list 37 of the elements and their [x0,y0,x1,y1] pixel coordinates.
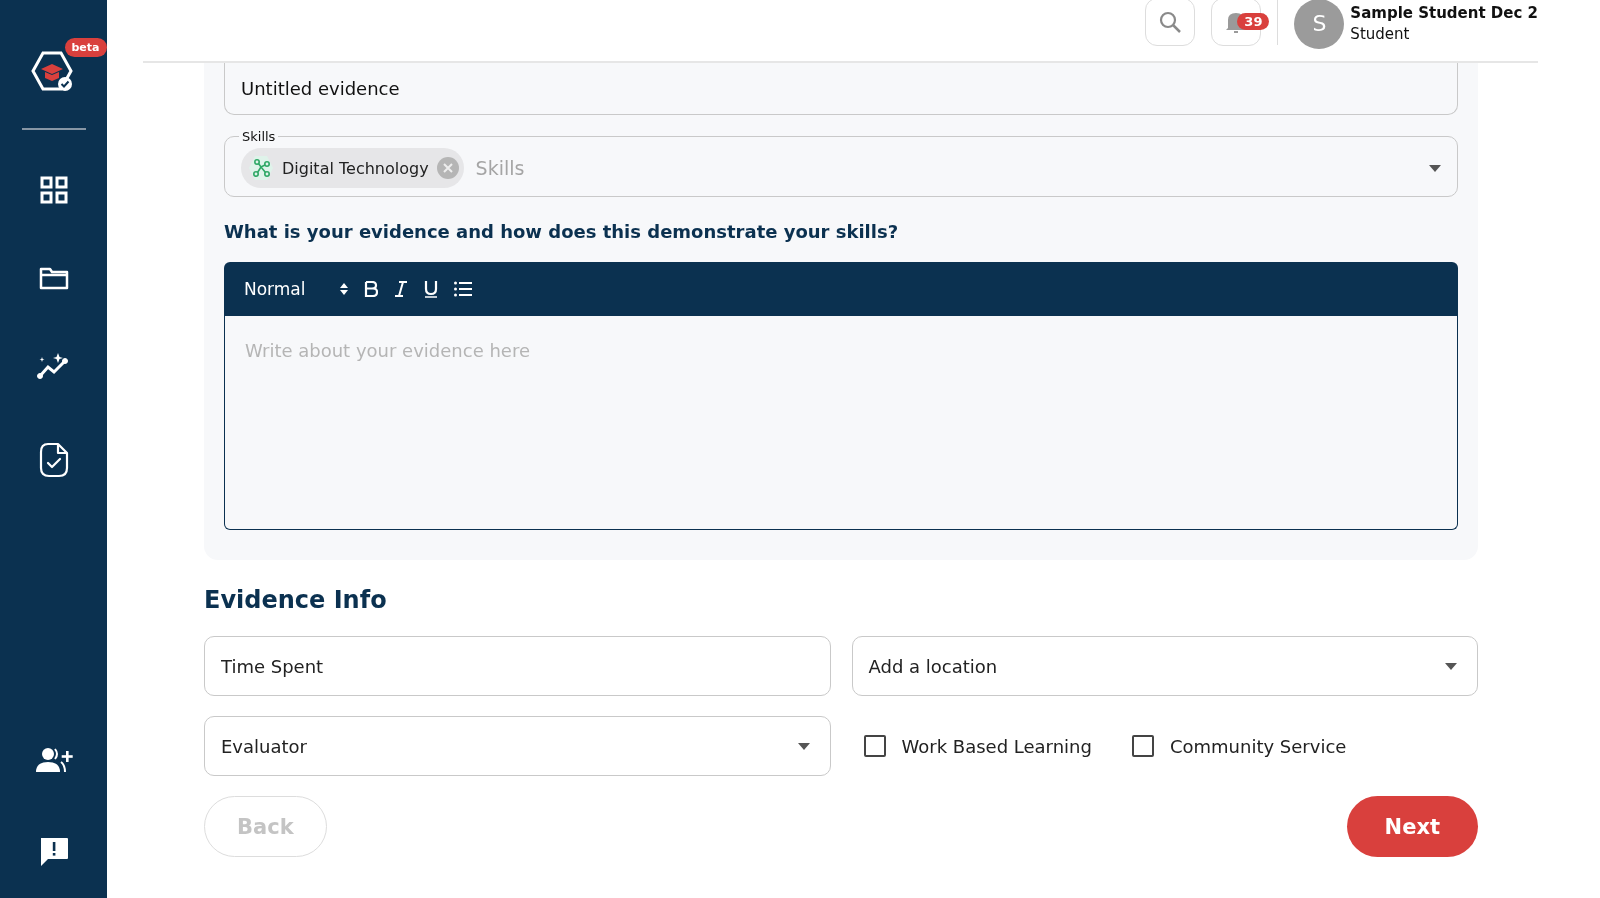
caret-icon [1445,662,1457,670]
next-button[interactable]: Next [1346,796,1478,857]
dashboard-icon[interactable] [39,176,68,204]
user-name: Sample Student Dec 2 [1350,4,1538,22]
list-icon[interactable] [454,281,472,297]
bold-icon[interactable] [364,281,378,297]
sort-arrows-icon[interactable] [340,283,348,295]
add-user-icon[interactable] [34,746,73,774]
notifications-button[interactable] [1211,0,1262,46]
evaluator-select[interactable]: Evaluator [204,716,831,776]
section-heading: Evidence Info [204,586,388,614]
caret-icon [1429,164,1441,172]
title-field[interactable]: Untitled evidence [224,63,1458,115]
user-role: Student [1350,25,1411,43]
search-button[interactable] [1145,0,1196,46]
skills-label: Skills [241,129,277,144]
skill-chip[interactable]: Digital Technology [241,148,464,188]
caret-icon [797,742,810,750]
folder-icon[interactable] [38,266,69,290]
placeholder-text: Skills [475,157,525,179]
question-label: What is your evidence and how does this demonstrate your skills? [224,221,900,242]
chart-sparkle-icon[interactable] [36,352,71,380]
checkbox-label[interactable]: Work Based Learning [901,735,1092,757]
skills-field[interactable]: Skills Digital Technology Skills [224,129,1458,197]
italic-icon[interactable] [394,281,408,297]
checkbox[interactable] [1131,735,1154,757]
time-spent-field[interactable]: Time Spent [204,636,831,696]
location-select[interactable]: Add a location [851,636,1478,696]
beta-badge: beta [64,38,107,57]
search-icon [1158,9,1183,34]
evidence-text-area[interactable]: Write about your evidence here [224,316,1458,530]
document-check-icon[interactable] [38,442,69,478]
network-icon [248,155,274,181]
format-select[interactable]: Normal [244,279,324,299]
checkbox[interactable] [863,735,886,757]
checkbox-label[interactable]: Community Service [1169,735,1347,757]
underline-icon[interactable] [424,280,438,298]
